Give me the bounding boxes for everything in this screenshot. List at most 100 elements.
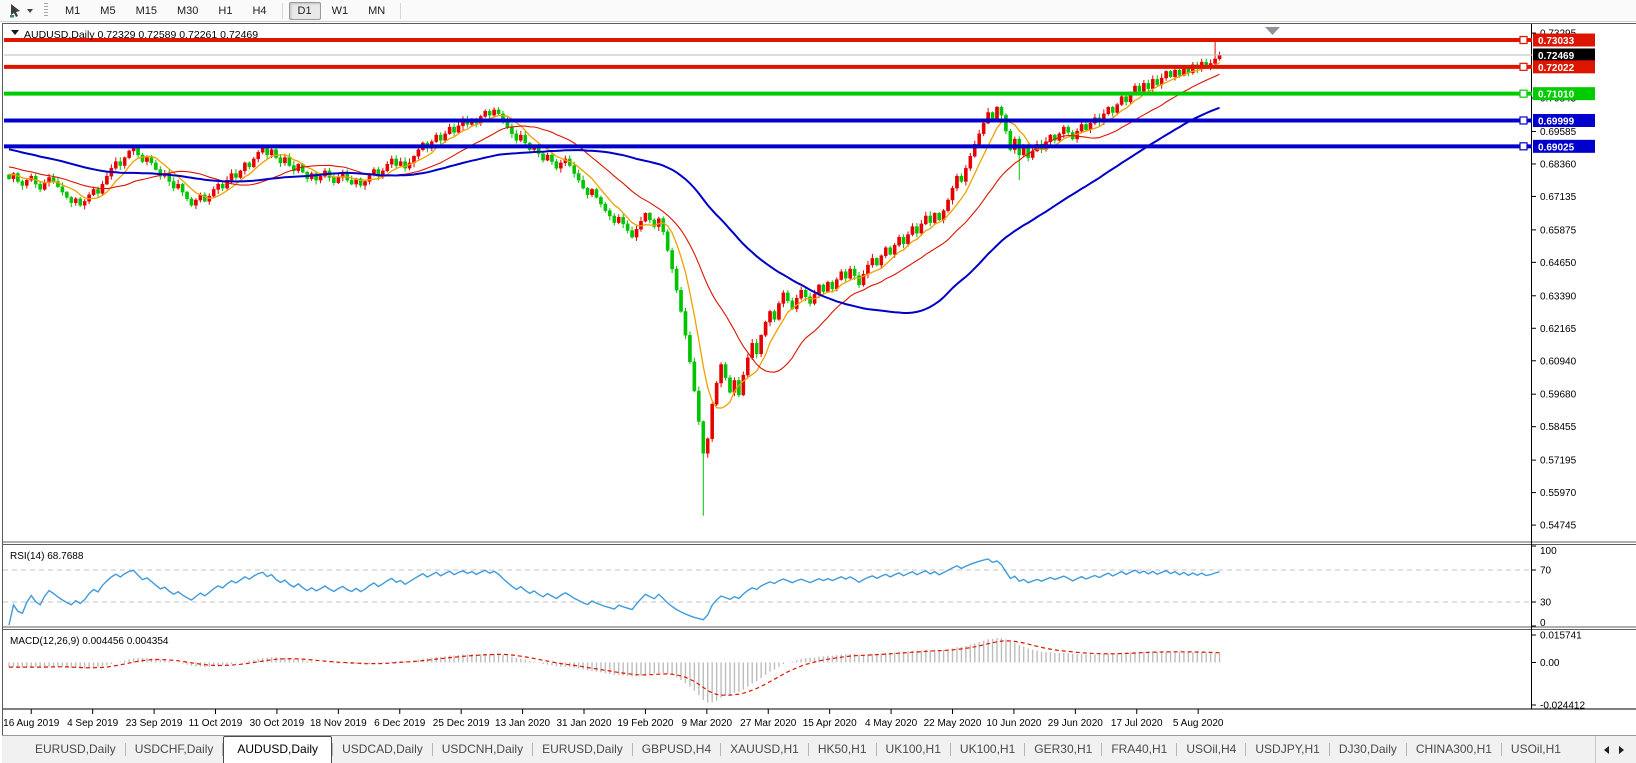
- tab-ger30-h1[interactable]: GER30,H1: [1025, 737, 1101, 762]
- price-label-value: 0.69999: [1538, 116, 1575, 127]
- macd-tick: -0.024412: [1540, 701, 1585, 712]
- tab-usoil-h4[interactable]: USOil,H4: [1177, 737, 1245, 762]
- scroll-right-icon[interactable]: [1619, 745, 1624, 754]
- date-tick: 29 Jun 2020: [1048, 718, 1103, 729]
- date-tick: 4 May 2020: [865, 718, 918, 729]
- rsi-label: RSI(14) 68.7688: [10, 551, 84, 562]
- indicator-panes: [3, 558, 1531, 703]
- macd-tick: 0.00: [1540, 658, 1560, 669]
- price-tick: 0.65875: [1540, 225, 1577, 236]
- price-label-value: 0.71010: [1538, 90, 1575, 101]
- date-tick: 5 Aug 2020: [1173, 718, 1224, 729]
- timeframe-button-h1[interactable]: H1: [209, 2, 241, 20]
- tab-fra40-h1[interactable]: FRA40,H1: [1102, 737, 1176, 762]
- tab-usdcnh-daily[interactable]: USDCNH,Daily: [433, 737, 532, 762]
- price-tick: 0.69585: [1540, 127, 1577, 138]
- axes-layer: 0.732950.708450.695850.683600.671350.658…: [3, 24, 1636, 729]
- chart-window: 0.732950.708450.695850.683600.671350.658…: [2, 23, 1636, 763]
- price-tick: 0.55970: [1540, 488, 1577, 499]
- price-tick: 0.60940: [1540, 356, 1577, 367]
- rsi-tick: 30: [1540, 598, 1552, 609]
- price-label-value: 0.72022: [1538, 63, 1575, 74]
- price-tick: 0.68360: [1540, 159, 1577, 170]
- macd-label: MACD(12,26,9) 0.004456 0.004354: [10, 636, 169, 647]
- chart-canvas[interactable]: 0.732950.708450.695850.683600.671350.658…: [3, 24, 1636, 737]
- tab-eurusd-daily[interactable]: EURUSD,Daily: [26, 737, 125, 762]
- timeframe-button-w1[interactable]: W1: [323, 2, 358, 20]
- chart-title-ohlc: AUDUSD,Daily 0.72329 0.72589 0.72261 0.7…: [24, 29, 258, 41]
- moving-averages-layer: [8, 62, 1220, 409]
- chevron-down-icon: [27, 9, 33, 16]
- tab-usdcad-daily[interactable]: USDCAD,Daily: [333, 737, 432, 762]
- macd-tick: 0.015741: [1540, 631, 1582, 642]
- tab-uk100-h1[interactable]: UK100,H1: [951, 737, 1024, 762]
- rsi-line: [8, 558, 1220, 626]
- date-tick: 17 Jul 2020: [1111, 718, 1163, 729]
- tab-china300-h1[interactable]: CHINA300,H1: [1407, 737, 1501, 762]
- tab-hk50-h1[interactable]: HK50,H1: [809, 737, 876, 762]
- price-tick: 0.62165: [1540, 324, 1577, 335]
- tab-uk100-h1[interactable]: UK100,H1: [877, 737, 950, 762]
- date-tick: 4 Sep 2019: [67, 718, 119, 729]
- date-tick: 23 Sep 2019: [126, 718, 183, 729]
- price-tick: 0.59680: [1540, 390, 1577, 401]
- price-tick: 0.54745: [1540, 521, 1577, 532]
- toolbar-grip[interactable]: [44, 3, 48, 18]
- tab-eurusd-daily[interactable]: EURUSD,Daily: [533, 737, 632, 762]
- hline-handle[interactable]: [1519, 116, 1528, 125]
- chart-tabs: EURUSD,Daily USDCHF,Daily AUDUSD,Daily USDC…: [2, 736, 1595, 763]
- tab-dj30-daily[interactable]: DJ30,Daily: [1330, 737, 1406, 762]
- hline-handle[interactable]: [1519, 35, 1528, 45]
- date-tick: 11 Oct 2019: [189, 718, 243, 729]
- rsi-tick: 70: [1540, 566, 1552, 577]
- timeframe-toolbar: M1 M5 M15 M30 H1 H4 D1 W1 MN: [55, 1, 406, 20]
- date-tick: 27 Mar 2020: [740, 718, 797, 729]
- timeframe-button-mn[interactable]: MN: [359, 2, 394, 20]
- chart-shift-marker-icon[interactable]: [1265, 27, 1280, 35]
- toolbar-separator: [400, 2, 402, 19]
- hline-handle[interactable]: [1519, 62, 1528, 71]
- date-tick: 18 Nov 2019: [310, 718, 367, 729]
- tab-usdjpy-h1[interactable]: USDJPY,H1: [1246, 737, 1328, 762]
- rsi-tick: 0: [1540, 618, 1546, 629]
- date-tick: 19 Feb 2020: [617, 718, 674, 729]
- cursor-tool-button[interactable]: [4, 0, 38, 21]
- candles-layer: [7, 40, 1222, 516]
- timeframe-button-m1[interactable]: M1: [56, 2, 89, 20]
- hline-handle[interactable]: [1519, 142, 1528, 151]
- tab-audusd-daily[interactable]: AUDUSD,Daily: [223, 736, 333, 763]
- tab-usdchf-daily[interactable]: USDCHF,Daily: [126, 737, 223, 762]
- tab-gbpusd-h4[interactable]: GBPUSD,H4: [633, 737, 720, 762]
- date-tick: 13 Jan 2020: [495, 718, 550, 729]
- price-tick: 0.67135: [1540, 192, 1577, 203]
- date-tick: 15 Apr 2020: [803, 718, 857, 729]
- horizontal-lines-layer: [4, 27, 1532, 151]
- chart-tab-bar: EURUSD,Daily USDCHF,Daily AUDUSD,Daily USDC…: [2, 735, 1636, 763]
- price-tick: 0.57195: [1540, 456, 1577, 467]
- rsi-tick: 100: [1540, 546, 1557, 557]
- scroll-left-icon[interactable]: [1604, 745, 1609, 754]
- ma-fast-line: [8, 62, 1220, 409]
- timeframe-button-h4[interactable]: H4: [243, 2, 275, 20]
- price-tick: 0.63390: [1540, 291, 1577, 302]
- price-label-value: 0.72469: [1538, 51, 1575, 62]
- price-tick: 0.58455: [1540, 422, 1577, 433]
- date-tick: 31 Jan 2020: [556, 718, 611, 729]
- tab-usoil-h1[interactable]: USOil,H1: [1502, 737, 1570, 762]
- date-tick: 30 Oct 2019: [250, 718, 305, 729]
- tab-xauusd-h1[interactable]: XAUUSD,H1: [721, 737, 808, 762]
- date-tick: 6 Dec 2019: [374, 718, 426, 729]
- tab-scroll-arrows: [1595, 736, 1636, 763]
- timeframe-button-m30[interactable]: M30: [168, 2, 207, 20]
- timeframe-button-m15[interactable]: M15: [127, 2, 166, 20]
- toolbar-separator: [281, 2, 283, 19]
- hline-handle[interactable]: [1519, 89, 1528, 98]
- price-label-value: 0.73033: [1538, 36, 1575, 47]
- price-tick: 0.64650: [1540, 258, 1577, 269]
- timeframe-button-m5[interactable]: M5: [91, 2, 124, 20]
- timeframe-button-d1[interactable]: D1: [288, 1, 321, 20]
- top-toolbar: M1 M5 M15 M30 H1 H4 D1 W1 MN: [0, 0, 1636, 22]
- chart-menu-icon[interactable]: [11, 30, 19, 35]
- date-tick: 22 May 2020: [924, 718, 982, 729]
- date-tick: 10 Jun 2020: [986, 718, 1041, 729]
